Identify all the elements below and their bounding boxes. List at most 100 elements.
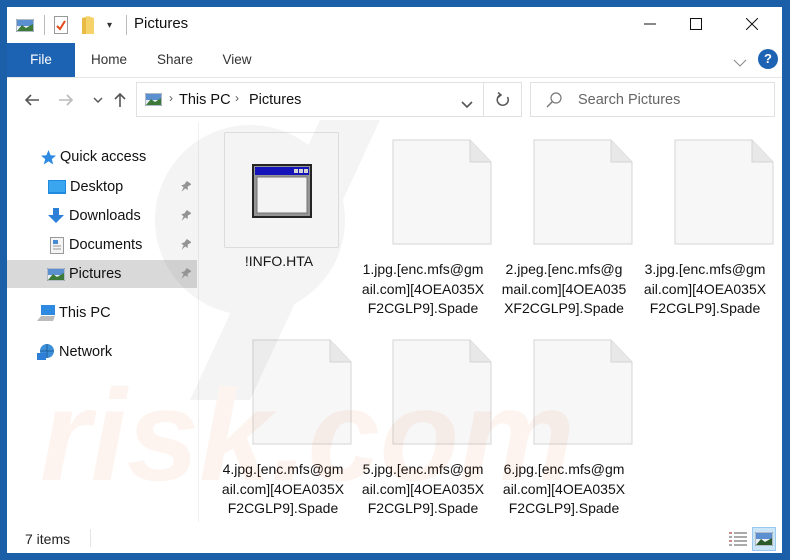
file-list: !INFO.HTA 1.jpg.[enc.mfs@gmail.com][4OEA…: [200, 122, 782, 522]
file-item[interactable]: 3.jpg.[enc.mfs@gmail.com][4OEA035XF2CGLP…: [636, 132, 774, 332]
file-name: 1.jpg.[enc.mfs@gmail.com][4OEA035XF2CGLP…: [361, 261, 485, 316]
chevron-down-icon: [461, 101, 473, 109]
sidebar-item-this-pc[interactable]: This PC: [7, 299, 197, 327]
network-icon: [37, 344, 54, 360]
sidebar-item-label: Pictures: [69, 266, 122, 282]
file-item[interactable]: 2.jpeg.[enc.mfs@gmail.com][4OEA035XF2CGL…: [495, 132, 633, 332]
sidebar-item-pictures[interactable]: Pictures: [7, 260, 197, 288]
search-input[interactable]: Search Pictures: [530, 82, 775, 117]
pin-icon: [181, 267, 191, 279]
ribbon-expand-button[interactable]: [733, 55, 747, 71]
details-view-icon: [729, 532, 747, 546]
recent-locations-button[interactable]: [88, 90, 108, 110]
item-count: 7 items: [25, 531, 71, 547]
address-bar[interactable]: › This PC › Pictures: [136, 82, 522, 117]
blank-file-icon: [392, 139, 492, 245]
sidebar-item-network[interactable]: Network: [7, 338, 197, 366]
file-name: 3.jpg.[enc.mfs@gmail.com][4OEA035XF2CGLP…: [643, 261, 767, 316]
star-icon: [41, 149, 56, 164]
file-name: !INFO.HTA: [244, 253, 314, 269]
blank-file-icon: [674, 139, 774, 245]
sidebar-item-documents[interactable]: Documents: [7, 231, 197, 259]
file-name: 5.jpg.[enc.mfs@gmail.com][4OEA035XF2CGLP…: [361, 461, 485, 516]
forward-button[interactable]: [56, 90, 76, 110]
blank-file-icon: [533, 339, 633, 445]
pictures-icon: [47, 267, 65, 281]
file-item[interactable]: 4.jpg.[enc.mfs@gmail.com][4OEA035XF2CGLP…: [214, 332, 352, 522]
up-button[interactable]: [110, 90, 130, 110]
ribbon-tabs: File Home Share View ?: [7, 43, 782, 78]
refresh-icon: [496, 92, 509, 106]
sidebar-item-label: Quick access: [60, 149, 147, 165]
separator: [126, 15, 127, 35]
tab-home[interactable]: Home: [83, 43, 135, 77]
arrow-up-icon: [114, 92, 126, 107]
sidebar-item-downloads[interactable]: Downloads: [7, 202, 197, 230]
blank-file-icon: [252, 339, 352, 445]
large-icons-view-button[interactable]: [752, 527, 776, 551]
documents-icon: [50, 236, 64, 254]
pictures-app-icon[interactable]: [16, 15, 34, 35]
separator: [44, 15, 45, 35]
refresh-button[interactable]: [483, 82, 522, 117]
sidebar-item-label: This PC: [59, 305, 111, 321]
file-name: 2.jpeg.[enc.mfs@gmail.com][4OEA035XF2CGL…: [501, 261, 627, 316]
sidebar-item-quick-access[interactable]: Quick access: [7, 143, 197, 171]
computer-icon: [37, 305, 55, 321]
breadcrumb-separator-icon: ›: [169, 91, 173, 105]
breadcrumb-pictures[interactable]: Pictures: [249, 92, 301, 108]
file-name: 4.jpg.[enc.mfs@gmail.com][4OEA035XF2CGLP…: [221, 461, 345, 516]
breadcrumb-this-pc[interactable]: This PC: [179, 92, 231, 108]
maximize-icon: [690, 18, 702, 30]
chevron-down-icon: [733, 59, 747, 67]
file-thumbnail: [224, 132, 339, 248]
details-view-button[interactable]: [726, 527, 750, 551]
tab-file[interactable]: File: [7, 43, 75, 77]
desktop-icon: [48, 180, 66, 194]
sidebar-item-label: Network: [59, 344, 113, 360]
explorer-window: ▾ Pictures File Home Share View ? › This…: [7, 7, 782, 553]
close-icon: [746, 18, 758, 30]
status-divider: [90, 529, 91, 547]
title-bar: ▾ Pictures: [7, 7, 782, 43]
customize-dropdown-icon[interactable]: ▾: [107, 15, 112, 35]
download-icon: [48, 208, 64, 223]
new-folder-icon[interactable]: [82, 15, 94, 35]
pin-icon: [181, 209, 191, 221]
sidebar-item-label: Downloads: [69, 208, 141, 224]
navigation-pane: Quick access Desktop Downloads Documents…: [7, 122, 199, 522]
help-button[interactable]: ?: [758, 49, 778, 69]
pin-icon: [181, 238, 191, 250]
pin-icon: [181, 180, 191, 192]
properties-icon[interactable]: [54, 15, 68, 35]
file-item[interactable]: 1.jpg.[enc.mfs@gmail.com][4OEA035XF2CGLP…: [354, 132, 492, 332]
large-icons-view-icon: [755, 532, 773, 546]
blank-file-icon: [392, 339, 492, 445]
navigation-bar: › This PC › Pictures Search Pictures: [7, 78, 782, 122]
search-icon: [546, 92, 562, 111]
minimize-button[interactable]: [627, 7, 673, 41]
search-placeholder: Search Pictures: [578, 92, 681, 108]
arrow-right-icon: [59, 94, 74, 106]
minimize-icon: [644, 23, 656, 25]
back-button[interactable]: [22, 90, 42, 110]
maximize-button[interactable]: [673, 7, 719, 41]
file-item[interactable]: !INFO.HTA: [200, 132, 339, 332]
pictures-icon: [144, 92, 163, 109]
status-bar: 7 items: [7, 524, 782, 553]
breadcrumb-separator-icon: ›: [235, 91, 239, 105]
hta-application-icon: [252, 164, 312, 218]
file-item[interactable]: 6.jpg.[enc.mfs@gmail.com][4OEA035XF2CGLP…: [495, 332, 633, 522]
blank-file-icon: [533, 139, 633, 245]
address-dropdown-button[interactable]: [461, 96, 473, 112]
tab-share[interactable]: Share: [149, 43, 201, 77]
file-item[interactable]: 5.jpg.[enc.mfs@gmail.com][4OEA035XF2CGLP…: [354, 332, 492, 522]
sidebar-item-desktop[interactable]: Desktop: [7, 173, 197, 201]
chevron-down-icon: [93, 97, 103, 103]
sidebar-item-label: Desktop: [70, 179, 124, 195]
close-button[interactable]: [729, 7, 775, 41]
file-name: 6.jpg.[enc.mfs@gmail.com][4OEA035XF2CGLP…: [502, 461, 626, 516]
window-title: Pictures: [134, 15, 189, 32]
tab-view[interactable]: View: [215, 43, 259, 77]
sidebar-item-label: Documents: [69, 237, 143, 253]
